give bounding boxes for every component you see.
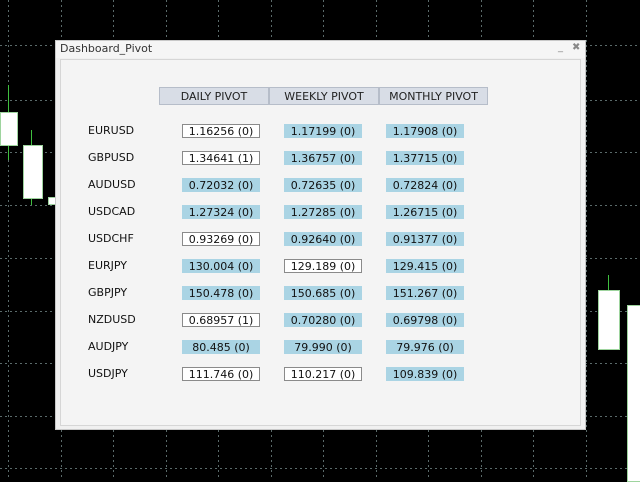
symbol-label: EURJPY [88, 259, 127, 272]
header-monthly-pivot: MONTHLY PIVOT [379, 87, 488, 105]
daily-pivot-cell: 130.004 (0) [182, 259, 260, 273]
window-title: Dashboard_Pivot [60, 42, 153, 55]
minimize-button[interactable]: _ [558, 42, 563, 53]
weekly-pivot-cell: 1.27285 (0) [284, 205, 362, 219]
symbol-label: NZDUSD [88, 313, 136, 326]
symbol-label: USDJPY [88, 367, 128, 380]
monthly-pivot-cell: 0.72824 (0) [386, 178, 464, 192]
symbol-label: USDCAD [88, 205, 136, 218]
daily-pivot-cell: 1.27324 (0) [182, 205, 260, 219]
grid-line-vertical [8, 0, 9, 480]
grid-line-vertical [586, 0, 587, 480]
daily-pivot-cell: 1.34641 (1) [182, 151, 260, 165]
weekly-pivot-cell: 0.92640 (0) [284, 232, 362, 246]
monthly-pivot-cell: 129.415 (0) [386, 259, 464, 273]
daily-pivot-cell: 0.68957 (1) [182, 313, 260, 327]
monthly-pivot-cell: 109.839 (0) [386, 367, 464, 381]
window-titlebar[interactable]: Dashboard_Pivot _ ✖ [56, 41, 585, 58]
daily-pivot-cell: 0.72032 (0) [182, 178, 260, 192]
monthly-pivot-cell: 1.17908 (0) [386, 124, 464, 138]
weekly-pivot-cell: 110.217 (0) [284, 367, 362, 381]
monthly-pivot-cell: 0.69798 (0) [386, 313, 464, 327]
weekly-pivot-cell: 1.36757 (0) [284, 151, 362, 165]
monthly-pivot-cell: 1.37715 (0) [386, 151, 464, 165]
symbol-label: AUDUSD [88, 178, 136, 191]
weekly-pivot-cell: 1.17199 (0) [284, 124, 362, 138]
daily-pivot-cell: 80.485 (0) [182, 340, 260, 354]
symbol-label: GBPJPY [88, 286, 128, 299]
daily-pivot-cell: 1.16256 (0) [182, 124, 260, 138]
weekly-pivot-cell: 0.70280 (0) [284, 313, 362, 327]
symbol-label: EURUSD [88, 124, 135, 137]
daily-pivot-cell: 150.478 (0) [182, 286, 260, 300]
close-button[interactable]: ✖ [572, 42, 580, 53]
daily-pivot-cell: 0.93269 (0) [182, 232, 260, 246]
candle-body [627, 305, 640, 482]
candle-body [598, 290, 620, 350]
monthly-pivot-cell: 79.976 (0) [386, 340, 464, 354]
header-weekly-pivot: WEEKLY PIVOT [269, 87, 379, 105]
monthly-pivot-cell: 0.91377 (0) [386, 232, 464, 246]
weekly-pivot-cell: 150.685 (0) [284, 286, 362, 300]
candle-body [23, 145, 43, 199]
candle-body [0, 112, 18, 146]
grid-line-horizontal [0, 468, 640, 469]
header-daily-pivot: DAILY PIVOT [159, 87, 269, 105]
symbol-label: USDCHF [88, 232, 134, 245]
symbol-label: GBPUSD [88, 151, 135, 164]
daily-pivot-cell: 111.746 (0) [182, 367, 260, 381]
weekly-pivot-cell: 0.72635 (0) [284, 178, 362, 192]
monthly-pivot-cell: 1.26715 (0) [386, 205, 464, 219]
symbol-label: AUDJPY [88, 340, 129, 353]
weekly-pivot-cell: 129.189 (0) [284, 259, 362, 273]
weekly-pivot-cell: 79.990 (0) [284, 340, 362, 354]
monthly-pivot-cell: 151.267 (0) [386, 286, 464, 300]
